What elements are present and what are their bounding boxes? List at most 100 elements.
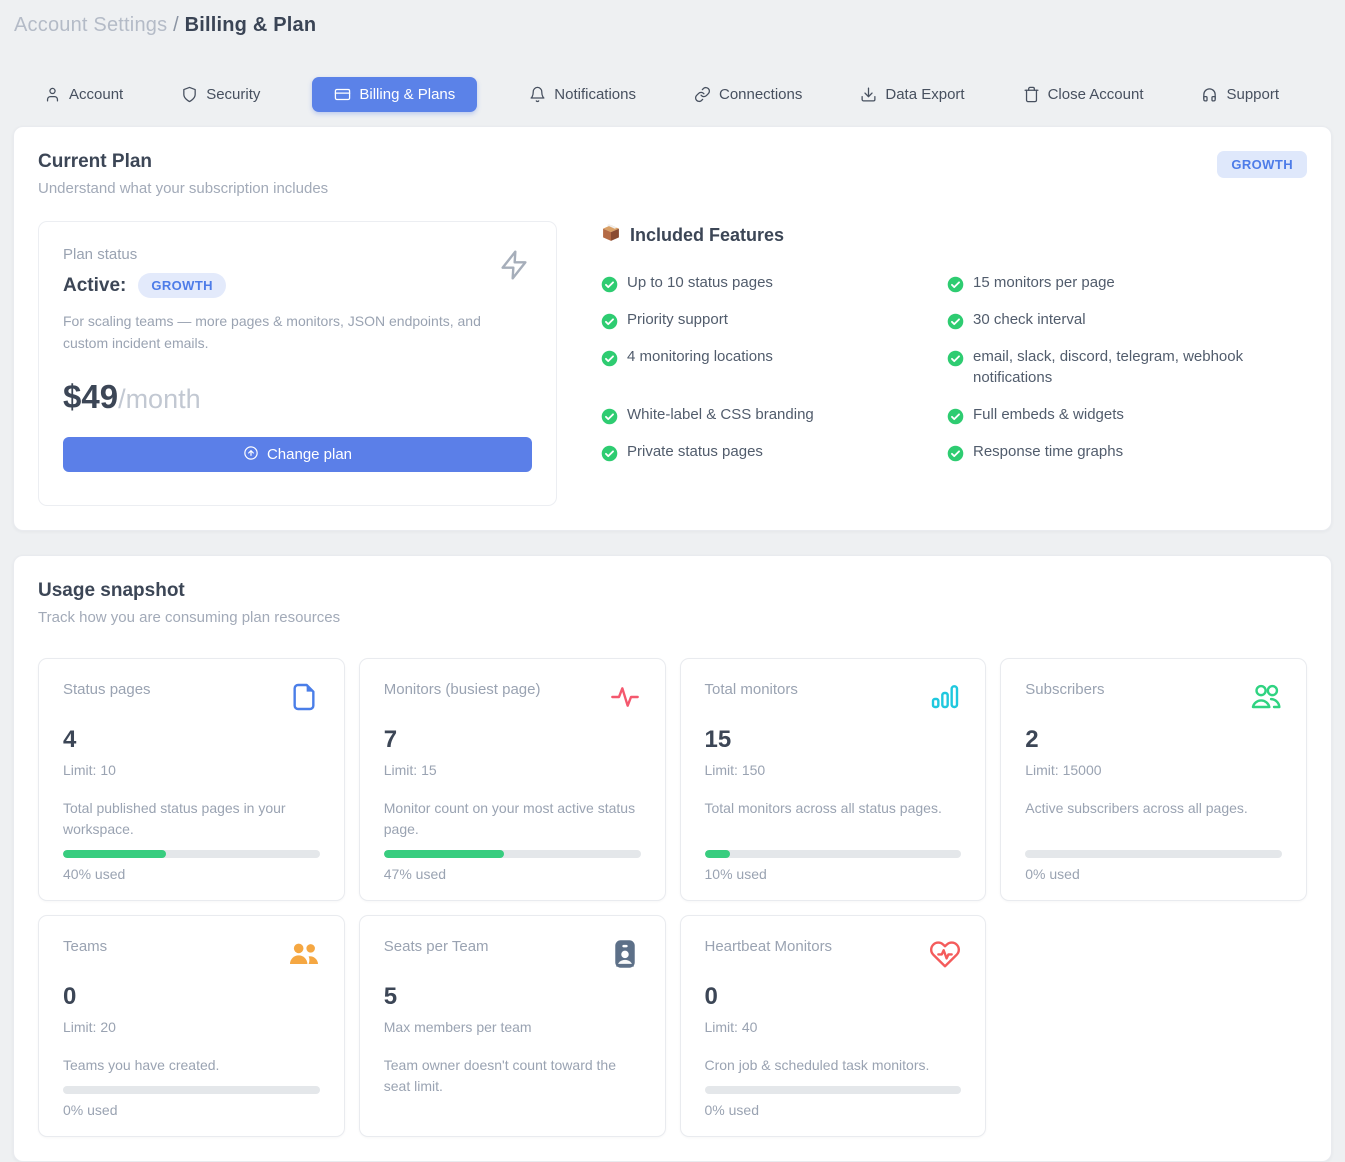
link-icon xyxy=(694,86,711,103)
usage-card-value: 7 xyxy=(384,726,641,754)
usage-card-status-pages: Status pages 4 Limit: 10 Total published… xyxy=(38,658,345,901)
usage-progress-fill xyxy=(63,850,166,858)
current-plan-subtitle: Understand what your subscription includ… xyxy=(38,180,328,197)
tab-data-export[interactable]: Data Export xyxy=(854,77,970,112)
usage-progress-track xyxy=(63,850,320,858)
usage-card-value: 4 xyxy=(63,726,320,754)
tab-connections[interactable]: Connections xyxy=(688,77,808,112)
check-circle-icon xyxy=(601,274,618,291)
plan-price-amount: $49 xyxy=(63,378,118,415)
usage-percent-label: 47% used xyxy=(384,866,641,882)
usage-card-title: Total monitors xyxy=(705,681,798,698)
breadcrumb-current: Billing & Plan xyxy=(185,14,317,36)
usage-card-title: Seats per Team xyxy=(384,938,489,955)
change-plan-label: Change plan xyxy=(267,446,352,463)
plan-status-card: Plan status Active: GROWTH For scaling t… xyxy=(38,221,557,506)
feature-item: 15 monitors per page xyxy=(947,272,1307,294)
tab-support[interactable]: Support xyxy=(1195,77,1285,112)
usage-title: Usage snapshot xyxy=(38,580,1307,602)
lightning-icon xyxy=(498,248,530,287)
users-outline-icon xyxy=(1250,681,1282,718)
trash-icon xyxy=(1023,86,1040,103)
plan-status-value: Active: xyxy=(63,275,126,297)
usage-progress-fill xyxy=(705,850,731,858)
usage-card-value: 2 xyxy=(1025,726,1282,754)
tab-notifications[interactable]: Notifications xyxy=(523,77,642,112)
tab-label: Support xyxy=(1226,86,1279,103)
usage-card-limit: Limit: 10 xyxy=(63,762,320,778)
plan-price-period: /month xyxy=(118,384,201,414)
usage-card-seats-per-team: Seats per Team 5 Max members per team Te… xyxy=(359,915,666,1137)
usage-card-title: Monitors (busiest page) xyxy=(384,681,541,698)
check-circle-icon xyxy=(947,348,964,365)
check-circle-icon xyxy=(601,348,618,365)
tab-label: Connections xyxy=(719,86,802,103)
feature-item: Private status pages xyxy=(601,441,947,463)
feature-label: Priority support xyxy=(627,309,728,331)
usage-card-value: 5 xyxy=(384,983,641,1011)
current-plan-title: Current Plan xyxy=(38,151,328,173)
check-circle-icon xyxy=(947,311,964,328)
credit-card-icon xyxy=(334,86,351,103)
usage-progress-track xyxy=(384,850,641,858)
usage-percent-label: 0% used xyxy=(705,1102,962,1118)
tab-account[interactable]: Account xyxy=(38,77,129,112)
headset-icon xyxy=(1201,86,1218,103)
plan-status-badge: GROWTH xyxy=(138,273,226,298)
usage-percent-label: 10% used xyxy=(705,866,962,882)
activity-icon xyxy=(609,681,641,718)
tab-billing-plans[interactable]: Billing & Plans xyxy=(312,77,477,112)
usage-card-title: Status pages xyxy=(63,681,151,698)
usage-card-description: Monitor count on your most active status… xyxy=(384,798,641,840)
usage-grid-row1: Status pages 4 Limit: 10 Total published… xyxy=(38,658,1307,901)
tab-label: Security xyxy=(206,86,260,103)
package-icon xyxy=(601,223,621,248)
tab-label: Account xyxy=(69,86,123,103)
heart-pulse-icon xyxy=(929,938,961,975)
usage-card-title: Teams xyxy=(63,938,107,955)
bar-chart-icon xyxy=(929,681,961,718)
usage-card-title: Subscribers xyxy=(1025,681,1104,698)
check-circle-icon xyxy=(947,274,964,291)
features-title: Included Features xyxy=(630,225,784,246)
usage-progress-fill xyxy=(384,850,505,858)
usage-card-subscribers: Subscribers 2 Limit: 15000 Active subscr… xyxy=(1000,658,1307,901)
usage-progress-track xyxy=(705,850,962,858)
feature-item: email, slack, discord, telegram, webhook… xyxy=(947,346,1307,390)
usage-card-value: 15 xyxy=(705,726,962,754)
file-icon xyxy=(288,681,320,718)
tab-security[interactable]: Security xyxy=(175,77,266,112)
settings-tabs: Account Security Billing & Plans Notificati… xyxy=(13,37,1332,126)
check-circle-icon xyxy=(601,406,618,423)
usage-grid-row2: Teams 0 Limit: 20 Teams you have created… xyxy=(38,915,1307,1137)
person-icon xyxy=(44,86,61,103)
feature-label: Full embeds & widgets xyxy=(973,404,1124,426)
usage-card-limit: Limit: 15 xyxy=(384,762,641,778)
usage-card-total-monitors: Total monitors 15 Limit: 150 Total monit… xyxy=(680,658,987,901)
feature-label: White-label & CSS branding xyxy=(627,404,814,426)
feature-item: Response time graphs xyxy=(947,441,1307,463)
tab-label: Close Account xyxy=(1048,86,1144,103)
usage-card-limit: Limit: 15000 xyxy=(1025,762,1282,778)
usage-progress-track xyxy=(1025,850,1282,858)
feature-label: 15 monitors per page xyxy=(973,272,1115,294)
usage-card-limit: Limit: 150 xyxy=(705,762,962,778)
tab-label: Billing & Plans xyxy=(359,86,455,103)
check-circle-icon xyxy=(947,406,964,423)
tab-label: Notifications xyxy=(554,86,636,103)
tab-close-account[interactable]: Close Account xyxy=(1017,77,1150,112)
feature-item: Priority support xyxy=(601,309,947,331)
usage-card-description: Teams you have created. xyxy=(63,1055,320,1076)
included-features: Included Features Up to 10 status pages 1… xyxy=(601,221,1307,506)
check-circle-icon xyxy=(947,443,964,460)
usage-percent-label: 0% used xyxy=(63,1102,320,1118)
tab-label: Data Export xyxy=(885,86,964,103)
breadcrumb-separator: / xyxy=(173,14,179,36)
feature-label: Up to 10 status pages xyxy=(627,272,773,294)
plan-price: $49/month xyxy=(63,378,532,416)
breadcrumb-section[interactable]: Account Settings xyxy=(14,14,167,36)
check-circle-icon xyxy=(601,443,618,460)
billing-page: Account Settings / Billing & Plan Accoun… xyxy=(0,0,1345,1162)
feature-item: 30 check interval xyxy=(947,309,1307,331)
change-plan-button[interactable]: Change plan xyxy=(63,437,532,472)
